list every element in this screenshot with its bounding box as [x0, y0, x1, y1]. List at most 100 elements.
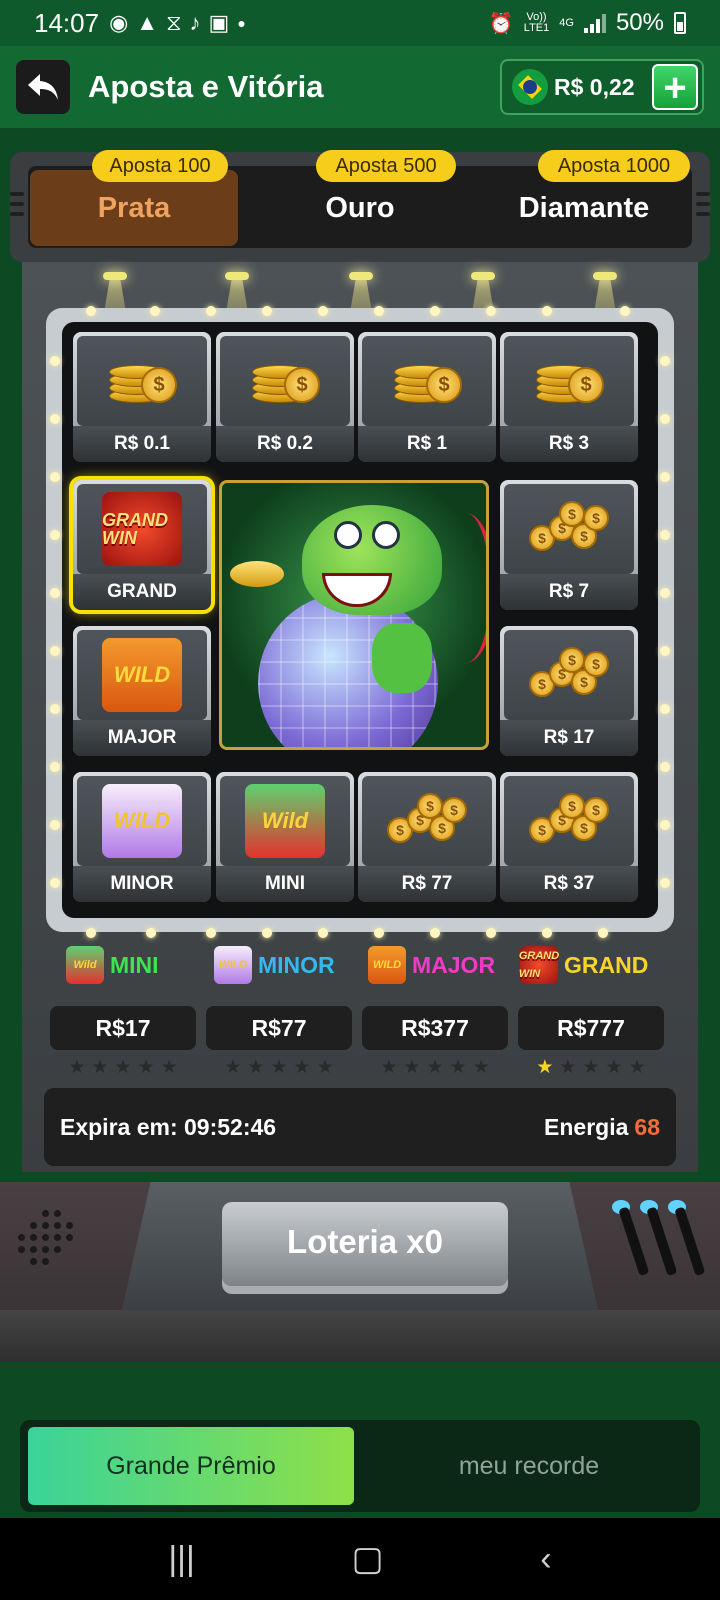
bulb	[50, 704, 60, 714]
add-funds-button[interactable]: +	[652, 64, 698, 110]
jackpot-stars-minor: ★ ★ ★ ★ ★	[206, 1056, 352, 1079]
prize-value: GRAND	[73, 574, 211, 610]
back-arrow-icon	[28, 74, 58, 100]
lottery-button[interactable]: Loteria x0	[222, 1202, 508, 1286]
star-icon: ★	[536, 1057, 554, 1078]
bulb	[50, 356, 60, 366]
prize-value: MINOR	[73, 866, 211, 902]
app-icon: ▣	[208, 10, 230, 35]
battery-percent: 50%	[615, 9, 664, 36]
tab-meu-recorde[interactable]: meu recorde	[366, 1427, 692, 1505]
speaker-grille-icon	[18, 1210, 88, 1270]
bulb	[146, 928, 156, 938]
balance-value: R$ 0,22	[554, 73, 635, 100]
recent-apps-icon[interactable]: |||	[168, 1540, 195, 1579]
jackpot-value-minor: R$77	[206, 1006, 352, 1050]
star-icon: ★	[224, 1057, 242, 1078]
bulb	[50, 878, 60, 888]
bulb	[86, 928, 96, 938]
star-icon: ★	[68, 1057, 86, 1078]
energy-value: 68	[634, 1113, 660, 1140]
dragon-disco-artwork	[219, 480, 489, 750]
console-base	[0, 1310, 720, 1362]
prize-cell-r1-2: $ R$ 0.2	[216, 332, 354, 462]
back-icon[interactable]: ‹	[540, 1540, 551, 1579]
bottom-tabs: Grande Prêmio meu recorde	[20, 1420, 700, 1512]
spotlight-lamp	[225, 272, 249, 280]
jackpot-value-major: R$377	[362, 1006, 508, 1050]
bulb	[50, 762, 60, 772]
bulb	[50, 530, 60, 540]
battery-icon	[674, 12, 686, 34]
status-bar: 14:07 ◉ ▲ ⧖ ♪ ▣ ● ⏰ Vo)) LTE1 4G 50%	[0, 0, 720, 46]
coin-stack-icon: $	[394, 359, 462, 403]
prize-cell-r1-3: $ R$ 1	[358, 332, 496, 462]
bulb	[660, 820, 670, 830]
back-button[interactable]	[16, 60, 70, 114]
jackpot-stars-mini: ★ ★ ★ ★ ★	[50, 1056, 196, 1079]
bulb	[262, 306, 272, 316]
bulb	[542, 928, 552, 938]
bulb	[542, 306, 552, 316]
bulb	[50, 472, 60, 482]
dragon-wild-icon: Wild	[245, 784, 325, 858]
jackpot-name: GRAND	[564, 951, 649, 978]
tier-badge-ouro: Aposta 500	[316, 150, 456, 182]
star-icon: ★	[160, 1057, 178, 1078]
prize-cell-r4-3: $ $ $ $ $ R$ 77	[358, 772, 496, 902]
coin-stack-icon: $	[536, 359, 604, 403]
star-icon: ★	[91, 1057, 109, 1078]
jackpot-name: MINOR	[258, 951, 335, 978]
prize-cell-r4-4: $ $ $ $ $ R$ 37	[500, 772, 638, 902]
prize-cell-r1-1: $ R$ 0.1	[73, 332, 211, 462]
tier-badge-diamante: Aposta 1000	[538, 150, 690, 182]
bulb	[50, 588, 60, 598]
star-icon: ★	[628, 1057, 646, 1078]
spotlight-lamp	[349, 272, 373, 280]
balance-display: R$ 0,22 +	[500, 59, 704, 115]
star-icon: ★	[270, 1057, 288, 1078]
prize-value: R$ 7	[500, 574, 638, 610]
bulb	[430, 306, 440, 316]
bulb	[660, 704, 670, 714]
prize-value: MINI	[216, 866, 354, 902]
jackpot-stars-grand: ★ ★ ★ ★ ★	[518, 1056, 664, 1079]
app-header: Aposta e Vitória R$ 0,22 +	[0, 46, 720, 128]
notification-icons: ◉ ▲ ⧖ ♪ ▣ ●	[109, 10, 246, 36]
bulb	[318, 928, 328, 938]
volte-indicator: Vo)) LTE1	[523, 11, 550, 34]
warning-icon: ▲	[136, 10, 159, 35]
jackpot-value-grand: R$777	[518, 1006, 664, 1050]
gold-ingot	[230, 561, 284, 587]
bulb	[660, 762, 670, 772]
coin-pile-icon: $ $ $ $ $	[387, 793, 467, 849]
system-nav-bar: ||| ▢ ‹	[0, 1518, 720, 1600]
bulb	[50, 414, 60, 424]
prize-cell-grand: GRAND WIN GRAND	[73, 480, 211, 610]
thumbs-up-hand	[372, 623, 432, 693]
home-icon[interactable]: ▢	[352, 1539, 384, 1579]
brazil-flag-icon	[512, 69, 548, 105]
bulb	[598, 928, 608, 938]
signal-icon	[583, 13, 606, 33]
tab-grande-premio[interactable]: Grande Prêmio	[28, 1427, 354, 1505]
jackpot-value-mini: R$17	[50, 1006, 196, 1050]
page-title: Aposta e Vitória	[88, 69, 324, 104]
dragon-eye	[372, 521, 400, 549]
coin-stack-icon: $	[109, 359, 177, 403]
bulb	[86, 306, 96, 316]
spotlight-lamp	[593, 272, 617, 280]
red-ribbon	[436, 513, 486, 663]
star-icon: ★	[403, 1057, 421, 1078]
prize-value: MAJOR	[73, 720, 211, 756]
tiger-wild-icon: WILD	[102, 638, 182, 712]
bulb	[50, 646, 60, 656]
vent	[10, 192, 24, 196]
star-icon: ★	[293, 1057, 311, 1078]
jackpot-title-minor: WILD MINOR	[214, 946, 335, 984]
bulb	[660, 356, 670, 366]
rabbit-wild-icon: WILD	[102, 784, 182, 858]
bulb	[150, 306, 160, 316]
bulb	[660, 472, 670, 482]
network-type: 4G	[559, 16, 574, 29]
